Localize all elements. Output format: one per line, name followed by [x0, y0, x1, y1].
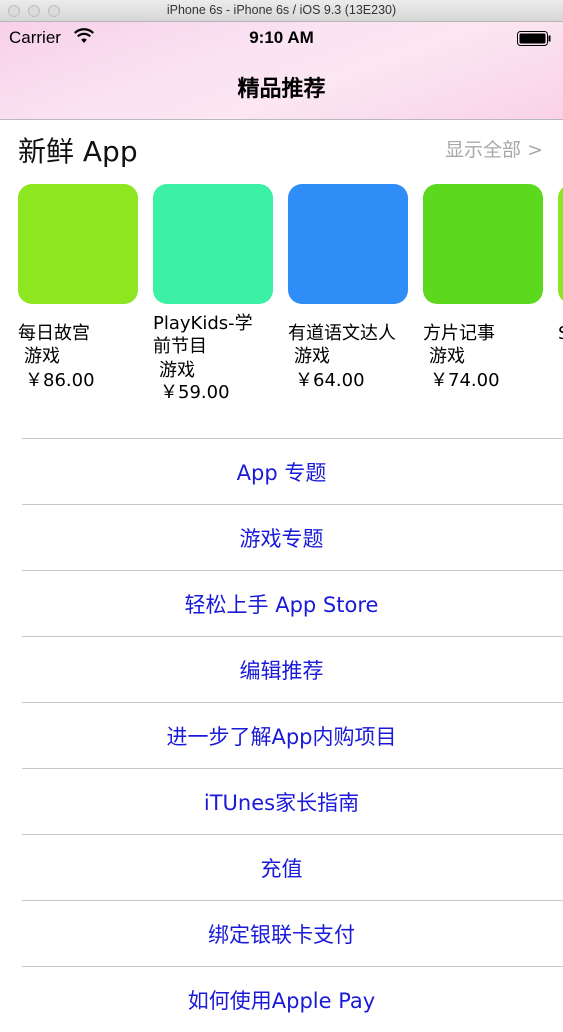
- app-name: S: [558, 322, 563, 345]
- link-app-topics[interactable]: App 专题: [22, 438, 563, 504]
- app-name: 方片记事: [423, 323, 495, 344]
- section-title: 新鲜 App: [18, 135, 138, 168]
- app-card[interactable]: 方片记事 游戏 ￥74.00: [423, 184, 543, 391]
- app-name: PlayKids-学前节目: [153, 313, 253, 357]
- link-app-store-guide[interactable]: 轻松上手 App Store: [22, 570, 563, 636]
- app-icon[interactable]: [288, 184, 408, 304]
- app-icon[interactable]: [18, 184, 138, 304]
- show-all-link[interactable]: 显示全部 >: [445, 135, 543, 162]
- window-title: iPhone 6s - iPhone 6s / iOS 9.3 (13E230): [166, 3, 397, 17]
- app-card[interactable]: 有道语文达人 游戏 ￥64.00: [288, 184, 408, 391]
- link-unionpay[interactable]: 绑定银联卡支付: [22, 900, 563, 966]
- app-price: ￥74.00: [430, 370, 500, 391]
- app-icon[interactable]: [423, 184, 543, 304]
- app-price: ￥64.00: [295, 370, 365, 391]
- app-name: 每日故宫: [18, 323, 90, 344]
- app-price: ￥86.00: [25, 370, 95, 391]
- app-name: 有道语文达人: [288, 323, 396, 344]
- app-category: 游戏: [159, 360, 195, 381]
- link-game-topics[interactable]: 游戏专题: [22, 504, 563, 570]
- link-parents-guide[interactable]: iTUnes家长指南: [22, 768, 563, 834]
- app-category: 游戏: [294, 346, 330, 367]
- app-card[interactable]: PlayKids-学前节目 游戏 ￥59.00: [153, 184, 273, 403]
- app-card[interactable]: S: [558, 184, 563, 344]
- battery-icon: [517, 31, 551, 46]
- link-in-app-purchases[interactable]: 进一步了解App内购项目: [22, 702, 563, 768]
- link-apple-pay[interactable]: 如何使用Apple Pay: [22, 966, 563, 1032]
- app-price: ￥59.00: [160, 382, 230, 403]
- app-card[interactable]: 每日故宫 游戏 ￥86.00: [18, 184, 138, 391]
- app-icon[interactable]: [558, 184, 563, 304]
- window-titlebar: iPhone 6s - iPhone 6s / iOS 9.3 (13E230): [0, 0, 563, 22]
- app-icon[interactable]: [153, 184, 273, 304]
- navigation-header: Carrier 9:10 AM 精品推荐: [0, 22, 563, 120]
- link-editors-picks[interactable]: 编辑推荐: [22, 636, 563, 702]
- app-carousel[interactable]: 每日故宫 游戏 ￥86.00 PlayKids-学前节目 游戏 ￥59.00 有…: [0, 184, 563, 414]
- status-time: 9:10 AM: [249, 28, 314, 47]
- app-category: 游戏: [429, 346, 465, 367]
- app-category: 游戏: [24, 346, 60, 367]
- link-top-up[interactable]: 充值: [22, 834, 563, 900]
- link-list: App 专题 游戏专题 轻松上手 App Store 编辑推荐 进一步了解App…: [22, 438, 563, 1032]
- page-title: 精品推荐: [237, 77, 326, 102]
